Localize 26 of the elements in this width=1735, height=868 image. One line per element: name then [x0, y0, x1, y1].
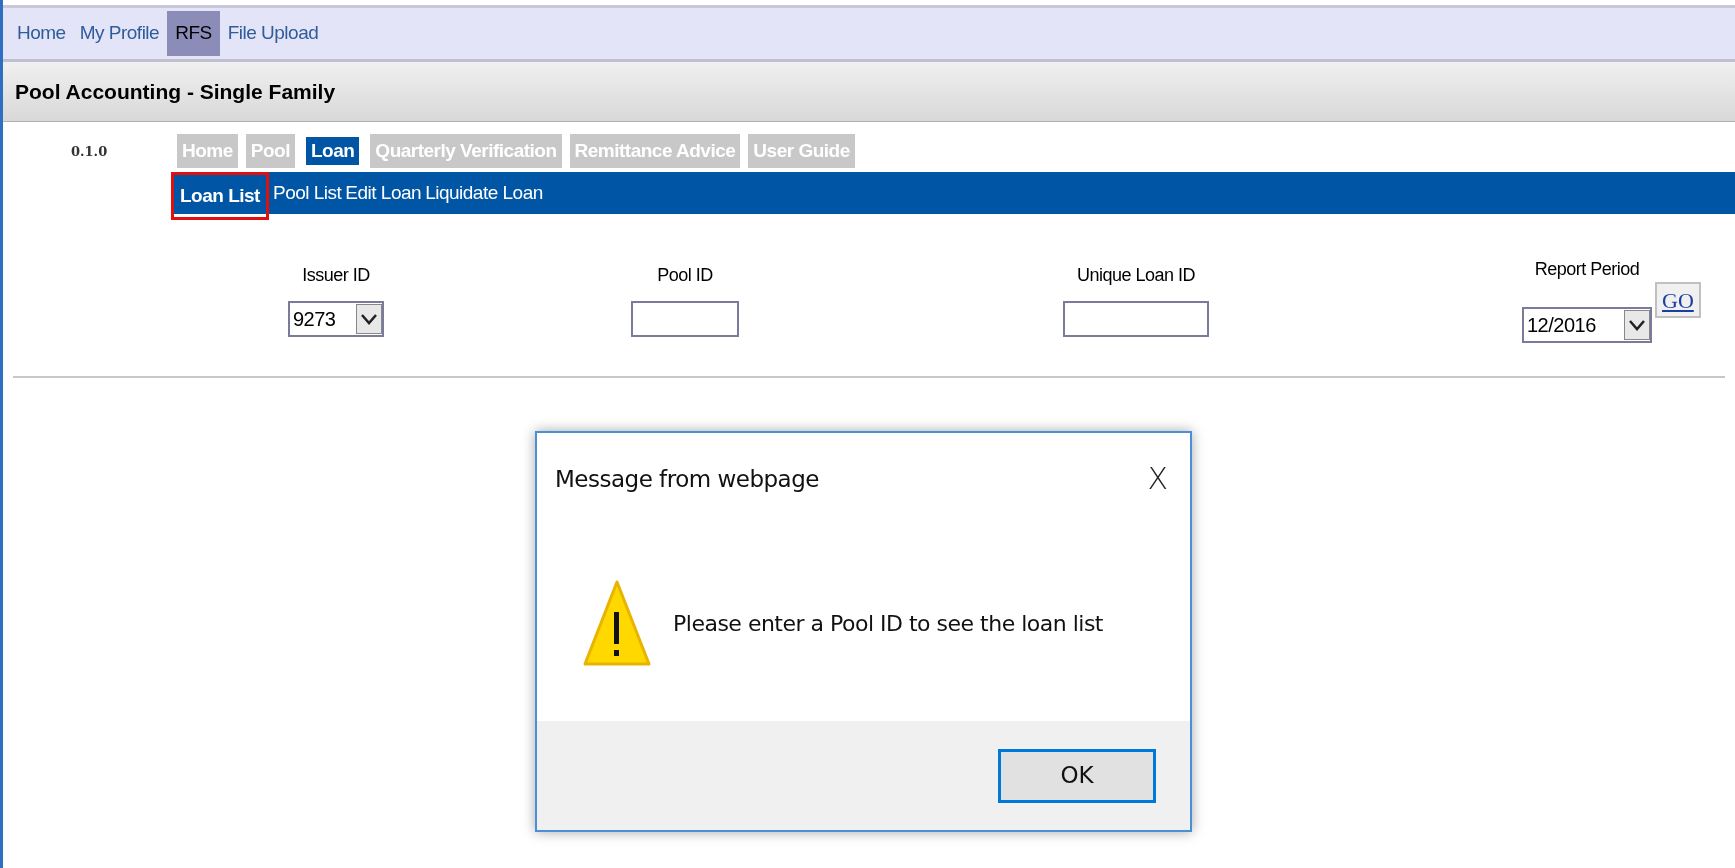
field-label: Report Period: [1534, 258, 1640, 281]
nav-link[interactable]: Home: [11, 11, 72, 56]
close-button[interactable]: X: [1143, 464, 1172, 494]
sub-menu-link[interactable]: Liquidate Loan: [425, 178, 543, 208]
input-field[interactable]: [631, 301, 739, 337]
caret-icon: [1624, 310, 1650, 340]
version-label: 0.1.0: [71, 143, 109, 161]
sub-menu-link[interactable]: Pool List: [272, 178, 342, 208]
nav-link[interactable]: RFS: [167, 11, 220, 56]
sub-menu-link[interactable]: Edit Loan: [345, 178, 422, 208]
sub-menu-link[interactable]: Loan List: [171, 172, 269, 220]
go-button[interactable]: GO: [1655, 282, 1701, 318]
field-label: Unique Loan ID: [1076, 264, 1196, 287]
ok-button[interactable]: OK: [998, 748, 1156, 803]
nav-link[interactable]: My Profile: [73, 11, 166, 56]
input-field[interactable]: [1063, 301, 1209, 337]
nav-link[interactable]: File Upload: [221, 11, 325, 56]
field-label: Issuer ID: [302, 264, 370, 287]
dropdown[interactable]: 9273: [288, 301, 384, 337]
field-label: Pool ID: [657, 264, 713, 287]
dialog-title: Message from webpage: [555, 464, 819, 494]
dialog-message: Please enter a Pool ID to see the loan list: [673, 609, 1103, 638]
dropdown[interactable]: 12/2016: [1522, 307, 1652, 343]
page-title: Pool Accounting - Single Family: [15, 78, 336, 105]
caret-icon: [356, 304, 382, 334]
warning-icon: [583, 580, 651, 666]
